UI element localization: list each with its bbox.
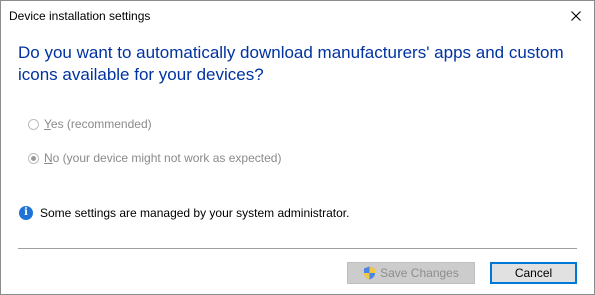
cancel-button[interactable]: Cancel <box>490 262 577 284</box>
radio-option-yes[interactable]: Yes (recommended) <box>28 117 152 131</box>
radio-label-no: No (your device might not work as expect… <box>44 151 282 165</box>
title-bar: Device installation settings <box>1 1 594 31</box>
radio-option-no[interactable]: No (your device might not work as expect… <box>28 151 281 165</box>
dialog-window: Device installation settings Do you want… <box>0 0 595 295</box>
window-title: Device installation settings <box>9 9 151 23</box>
info-text: Some settings are managed by your system… <box>40 206 350 220</box>
uac-shield-icon <box>363 266 376 280</box>
divider <box>18 248 577 249</box>
radio-label-yes: Yes (recommended) <box>44 117 152 131</box>
question-heading: Do you want to automatically download ma… <box>18 43 564 84</box>
admin-info-notice: i Some settings are managed by your syst… <box>19 206 349 220</box>
cancel-label: Cancel <box>514 266 553 280</box>
radio-selected-dot <box>31 155 36 161</box>
radio-button-yes[interactable] <box>28 118 39 130</box>
save-changes-button[interactable]: Save Changes <box>347 262 475 284</box>
save-changes-label: Save Changes <box>380 266 459 280</box>
close-icon <box>571 11 581 21</box>
info-icon: i <box>19 206 33 220</box>
close-button[interactable] <box>558 1 594 31</box>
radio-button-no[interactable] <box>28 152 39 164</box>
